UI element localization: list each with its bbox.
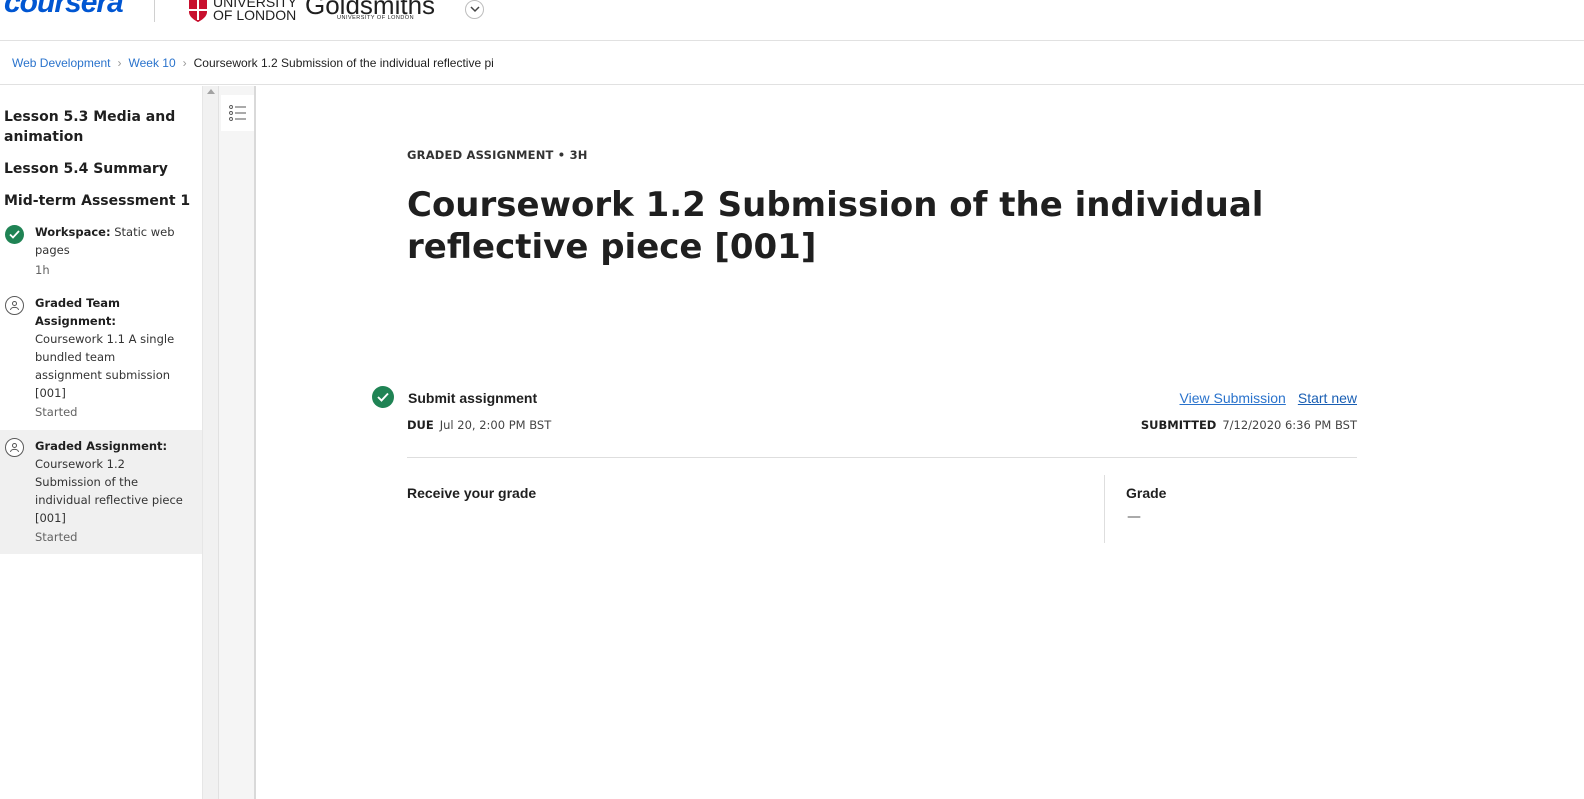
sidebar-section-midterm[interactable]: Mid-term Assessment 1 bbox=[4, 191, 194, 211]
assignment-kicker: GRADED ASSIGNMENT • 3H bbox=[407, 148, 588, 162]
university-of-london-crest-icon bbox=[189, 0, 207, 22]
scroll-up-arrow-icon[interactable] bbox=[207, 89, 215, 94]
grade-value: — bbox=[1127, 509, 1141, 525]
logo-divider bbox=[154, 0, 155, 22]
start-new-link[interactable]: Start new bbox=[1298, 390, 1357, 406]
assignment-icon bbox=[5, 438, 24, 457]
breadcrumb-course-link[interactable]: Web Development bbox=[12, 56, 111, 70]
coursera-logo[interactable]: coursera bbox=[4, 0, 124, 20]
submitted-date: SUBMITTED 7/12/2020 6:36 PM BST bbox=[1140, 418, 1357, 432]
sidebar-item-meta: Started bbox=[35, 405, 78, 419]
grade-label: Grade bbox=[1126, 485, 1167, 501]
grade-divider bbox=[1104, 475, 1105, 543]
section-divider bbox=[407, 457, 1357, 458]
outline-toggle-button[interactable] bbox=[221, 95, 254, 131]
chevron-right-icon: › bbox=[182, 55, 187, 70]
top-header: coursera UNIVERSITY OF LONDON Goldsmiths… bbox=[0, 0, 1584, 41]
due-date: DUE Jul 20, 2:00 PM BST bbox=[407, 418, 552, 432]
course-outline-sidebar: Lesson 5.3 Media and animation Lesson 5.… bbox=[0, 86, 202, 799]
sidebar-item-meta: 1h bbox=[35, 263, 50, 277]
breadcrumb: Web Development › Week 10 › Coursework 1… bbox=[0, 41, 1584, 85]
list-icon bbox=[228, 105, 246, 121]
page-title: Coursework 1.2 Submission of the individ… bbox=[407, 185, 1264, 267]
assignment-icon bbox=[5, 296, 24, 315]
sidebar-section-lesson-5-3[interactable]: Lesson 5.3 Media and animation bbox=[4, 107, 194, 147]
submission-actions: View Submission Start new bbox=[1180, 390, 1358, 406]
breadcrumb-current: Coursework 1.2 Submission of the individ… bbox=[193, 55, 494, 70]
sidebar-section-lesson-5-4[interactable]: Lesson 5.4 Summary bbox=[4, 159, 194, 179]
chevron-down-icon bbox=[469, 6, 480, 13]
sidebar-item-meta: Started bbox=[35, 530, 78, 544]
check-icon bbox=[372, 386, 394, 408]
goldsmiths-subtitle: UNIVERSITY OF LONDON bbox=[337, 15, 415, 21]
check-icon bbox=[5, 225, 24, 244]
submit-assignment-heading: Submit assignment bbox=[408, 390, 538, 406]
sidebar-item-workspace[interactable]: Workspace: Static web pages 1h bbox=[0, 220, 202, 282]
sidebar-item-label: Graded Assignment: Coursework 1.2 Submis… bbox=[35, 439, 183, 525]
sidebar-item-coursework-1-1[interactable]: Graded Team Assignment: Coursework 1.1 A… bbox=[0, 292, 202, 424]
view-submission-link[interactable]: View Submission bbox=[1180, 390, 1286, 406]
university-of-london-logo[interactable]: UNIVERSITY OF LONDON bbox=[213, 0, 297, 22]
sidebar-item-label: Graded Team Assignment: Coursework 1.1 A… bbox=[35, 296, 175, 400]
receive-grade-heading: Receive your grade bbox=[407, 485, 537, 501]
chevron-right-icon: › bbox=[117, 55, 122, 70]
sidebar-item-coursework-1-2[interactable]: Graded Assignment: Coursework 1.2 Submis… bbox=[0, 430, 202, 554]
sidebar-item-label: Workspace: Static web pages bbox=[35, 225, 175, 257]
partner-menu-button[interactable] bbox=[465, 0, 484, 19]
outline-toggle-column bbox=[218, 86, 256, 799]
sidebar-scrollbar[interactable] bbox=[202, 86, 218, 799]
breadcrumb-week-link[interactable]: Week 10 bbox=[129, 56, 176, 70]
